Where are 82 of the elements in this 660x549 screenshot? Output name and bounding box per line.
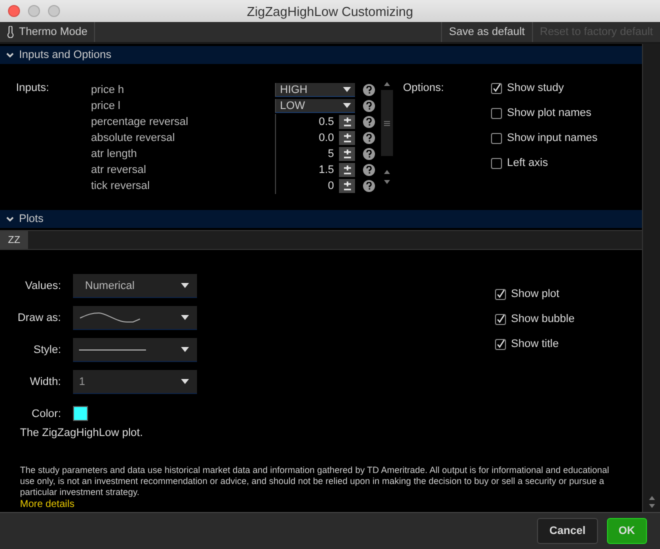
help-icon[interactable] [363, 84, 375, 96]
scroll-up-icon[interactable] [648, 496, 654, 500]
caret-icon [343, 103, 351, 108]
input-dropdown[interactable]: LOW [275, 99, 355, 113]
checkbox[interactable]: Show plot names [491, 107, 598, 119]
input-value[interactable]: 0 [328, 180, 334, 192]
scroll-up-icon[interactable] [384, 170, 390, 174]
close-button[interactable] [8, 5, 20, 17]
caret-icon [343, 87, 351, 92]
disclaimer-text: The study parameters and data use historical market data and information gathered by TD Ameritrade. All output is for informational and educational use only, is not an investment recommendation or advice, and should not be relied upon in making the decision to buy or sell a security or pursue a particular investment strategy. [19, 465, 610, 498]
options-label: Options: [403, 82, 444, 94]
chevron-icon [6, 51, 14, 59]
stepper-button[interactable] [339, 115, 355, 129]
draw-as-dropdown[interactable] [73, 306, 197, 330]
plus-minus-icon [342, 148, 352, 160]
input-name: percentage reversal [91, 116, 190, 128]
values-label: Values: [24, 280, 61, 292]
more-details-link[interactable]: More details [0, 498, 642, 512]
scroll-down-icon[interactable] [648, 504, 654, 508]
section-header[interactable]: Plots [0, 210, 642, 228]
stepper-button[interactable] [339, 163, 355, 177]
section-header[interactable]: Inputs and Options [0, 46, 642, 64]
input-name: price h [91, 84, 126, 96]
input-name: atr length [91, 148, 138, 160]
stepper-button[interactable] [339, 179, 355, 193]
caret-icon [181, 315, 189, 320]
style-label: Style: [32, 344, 61, 356]
check-icon [496, 338, 505, 350]
input-value[interactable]: 0.5 [318, 116, 334, 128]
plus-minus-icon [342, 180, 352, 192]
input-name: atr reversal [91, 164, 148, 176]
scroll-thumb[interactable] [381, 90, 393, 156]
wave-icon [79, 312, 141, 324]
color-swatch[interactable] [73, 406, 88, 420]
input-name: tick reversal [91, 180, 151, 192]
checkbox[interactable]: Show study [491, 82, 598, 94]
checkbox[interactable]: Show bubble [495, 313, 575, 325]
width-dropdown[interactable]: 1 [73, 370, 197, 394]
caret-icon [181, 347, 189, 352]
plus-minus-icon [342, 164, 352, 176]
help-icon[interactable] [363, 180, 375, 192]
stepper-button[interactable] [339, 131, 355, 145]
save-default-button[interactable]: Save as default [441, 22, 533, 42]
input-name: absolute reversal [91, 132, 176, 144]
width-label: Width: [28, 376, 61, 388]
window-title: ZigZagHighLow Customizing [246, 4, 414, 18]
scroll-down-icon[interactable] [384, 180, 390, 184]
input-dropdown[interactable]: HIGH [275, 83, 355, 97]
values-dropdown[interactable]: Numerical [73, 274, 197, 298]
help-icon[interactable] [363, 116, 375, 128]
color-label: Color: [30, 408, 61, 420]
input-value[interactable]: 5 [328, 148, 334, 160]
help-icon[interactable] [363, 164, 375, 176]
plus-minus-icon [342, 132, 352, 144]
chevron-icon [6, 215, 14, 223]
inputs-label: Inputs: [16, 82, 50, 94]
line-style-icon [79, 348, 146, 350]
checkbox[interactable]: Show input names [491, 132, 598, 144]
help-icon[interactable] [363, 148, 375, 160]
check-icon [496, 288, 505, 300]
checkbox[interactable]: Show plot [495, 288, 575, 300]
help-icon[interactable] [363, 132, 375, 144]
plot-tab[interactable]: ZZ [0, 231, 28, 249]
help-icon[interactable] [363, 100, 375, 112]
check-icon [492, 82, 501, 94]
input-value[interactable]: 0.0 [318, 132, 334, 144]
caret-icon [181, 283, 189, 288]
check-icon [496, 314, 505, 324]
cancel-button[interactable]: Cancel [537, 518, 598, 544]
style-dropdown[interactable] [73, 338, 197, 362]
checkbox[interactable]: Show title [495, 338, 575, 350]
stepper-button[interactable] [339, 147, 355, 161]
plot-description: The ZigZagHighLow plot. [20, 427, 143, 439]
caret-icon [181, 379, 189, 384]
draw-as-label: Draw as: [16, 312, 61, 324]
thermometer-icon [7, 26, 14, 38]
scroll-up-icon[interactable] [384, 82, 390, 86]
checkbox[interactable]: Left axis [491, 157, 598, 169]
input-name: price l [91, 100, 122, 112]
plus-minus-icon [342, 116, 352, 128]
input-value[interactable]: 1.5 [318, 164, 334, 176]
thermo-mode-button[interactable]: Thermo Mode [0, 22, 96, 42]
